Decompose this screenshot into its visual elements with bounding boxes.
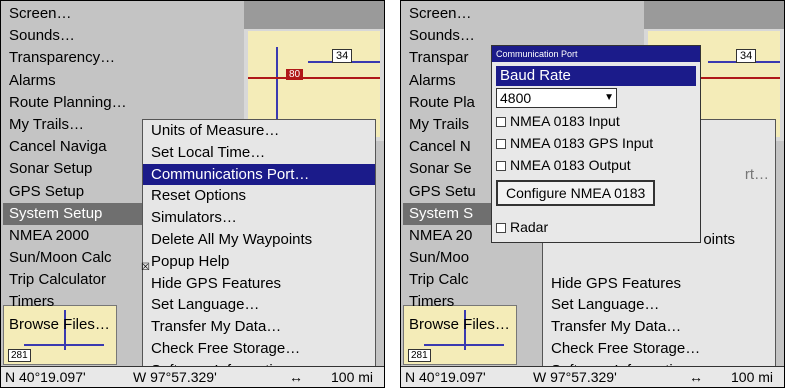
map-scale: 100 mi — [731, 369, 774, 385]
dialog-title: Communication Port — [492, 46, 700, 62]
road — [424, 344, 504, 346]
main-menu: Screen… Sounds… Transparency… Alarms Rou… — [3, 3, 143, 336]
highway-shield-80: 80 — [286, 69, 304, 80]
radar-label: Radar — [510, 219, 549, 235]
route-shield: 281 — [8, 349, 31, 362]
menu-item-sounds[interactable]: Sounds… — [3, 25, 143, 47]
menu-item-my-trails[interactable]: My Trails… — [3, 114, 143, 136]
menu-item-nmea-2000[interactable]: NMEA 2000 — [3, 225, 143, 247]
status-bar: N 40°19.097' W 97°57.329' ↔ 100 mi — [401, 366, 784, 387]
map-topbar — [644, 1, 784, 29]
map-scale: 100 mi — [331, 369, 374, 385]
submenu-popup-help[interactable]: ☒ Popup Help — [141, 251, 375, 273]
checkbox-icon[interactable] — [496, 223, 506, 233]
latitude-readout: N 40°19.097' — [5, 369, 86, 385]
system-setup-submenu: Units of Measure… Set Local Time… Commun… — [141, 119, 376, 383]
checkbox-icon[interactable] — [496, 161, 506, 171]
nmea-output-label: NMEA 0183 Output — [510, 157, 631, 173]
nmea-output-option[interactable]: NMEA 0183 Output — [492, 154, 700, 176]
menu-item-transparency[interactable]: Transparency… — [3, 47, 143, 69]
submenu-popup-help-label: Popup Help — [151, 252, 230, 270]
menu-item-timers[interactable]: Timers — [3, 291, 143, 313]
left-screen: 34 80 281 Screen… Sounds… Transparency… … — [0, 0, 385, 388]
menu-item-gps-setup[interactable]: GPS Setup — [3, 181, 143, 203]
checkbox-icon[interactable] — [496, 117, 506, 127]
menu-item-cancel-navigation[interactable]: Cancel Naviga — [3, 136, 143, 158]
baud-rate-select[interactable]: 4800 ▼ — [496, 88, 617, 108]
menu-item-screen[interactable]: Screen… — [3, 3, 143, 25]
longitude-readout: W 97°57.329' — [533, 369, 617, 385]
status-bar: N 40°19.097' W 97°57.329' ↔ 100 mi — [1, 366, 384, 387]
submenu-set-language[interactable]: Set Language… — [143, 294, 375, 316]
menu-item-route-planning[interactable]: Route Planning… — [3, 92, 143, 114]
submenu-spacer — [543, 251, 775, 273]
menu-item-trip-calculator[interactable]: Trip Calculator — [3, 269, 143, 291]
highway-shield-34: 34 — [332, 49, 353, 63]
submenu-transfer-my-data[interactable]: Transfer My Data… — [543, 316, 775, 338]
menu-item-system-setup[interactable]: System Setup — [3, 202, 143, 225]
dropdown-arrow-icon[interactable]: ▼ — [604, 89, 614, 107]
submenu-communications-port[interactable]: Communications Port… — [143, 163, 375, 186]
highway-shield-34: 34 — [736, 49, 757, 63]
configure-nmea-button[interactable]: Configure NMEA 0183 — [496, 180, 656, 206]
submenu-check-free-storage[interactable]: Check Free Storage… — [143, 338, 375, 360]
menu-item-screen[interactable]: Screen… — [403, 3, 543, 25]
menu-item-sun-moon[interactable]: Sun/Moon Calc — [3, 247, 143, 269]
scale-arrow-icon: ↔ — [289, 369, 303, 385]
route-shield: 281 — [408, 349, 431, 362]
menu-item-alarms[interactable]: Alarms — [3, 70, 143, 92]
submenu-units-of-measure[interactable]: Units of Measure… — [143, 120, 375, 142]
highway — [248, 77, 380, 79]
submenu-reset-options[interactable]: Reset Options — [143, 185, 375, 207]
menu-item-browse-files[interactable]: Browse Files… — [403, 314, 543, 336]
submenu-hide-gps-features[interactable]: Hide GPS Features — [543, 273, 775, 295]
menu-item-timers[interactable]: Timers — [403, 291, 543, 313]
road — [24, 344, 104, 346]
menu-item-sonar-setup[interactable]: Sonar Setup — [3, 158, 143, 180]
latitude-readout: N 40°19.097' — [405, 369, 486, 385]
submenu-delete-all-waypoints[interactable]: Delete All My Waypoints — [143, 229, 375, 251]
checkbox-icon[interactable] — [496, 139, 506, 149]
submenu-set-local-time[interactable]: Set Local Time… — [143, 142, 375, 164]
submenu-check-free-storage[interactable]: Check Free Storage… — [543, 338, 775, 360]
submenu-set-language[interactable]: Set Language… — [543, 294, 775, 316]
baud-rate-label: Baud Rate — [496, 66, 696, 86]
right-screen: 34 281 Screen… Sounds… Transpar Alarms R… — [400, 0, 785, 388]
radar-option[interactable]: Radar — [492, 216, 700, 238]
baud-rate-value: 4800 — [500, 90, 532, 106]
menu-item-sun-moon[interactable]: Sun/Moo — [403, 247, 543, 269]
nmea-gps-input-option[interactable]: NMEA 0183 GPS Input — [492, 132, 700, 154]
submenu-simulators[interactable]: Simulators… — [143, 207, 375, 229]
communication-port-dialog: Communication Port Baud Rate 4800 ▼ NMEA… — [491, 45, 701, 243]
longitude-readout: W 97°57.329' — [133, 369, 217, 385]
menu-item-trip-calculator[interactable]: Trip Calc — [403, 269, 543, 291]
nmea-gps-input-label: NMEA 0183 GPS Input — [510, 135, 654, 151]
submenu-hide-gps-features[interactable]: Hide GPS Features — [143, 273, 375, 295]
map-topbar — [244, 1, 384, 29]
nmea-input-option[interactable]: NMEA 0183 Input — [492, 110, 700, 132]
nmea-input-label: NMEA 0183 Input — [510, 113, 620, 129]
submenu-transfer-my-data[interactable]: Transfer My Data… — [143, 316, 375, 338]
scale-arrow-icon: ↔ — [689, 369, 703, 385]
menu-item-browse-files[interactable]: Browse Files… — [3, 314, 143, 336]
